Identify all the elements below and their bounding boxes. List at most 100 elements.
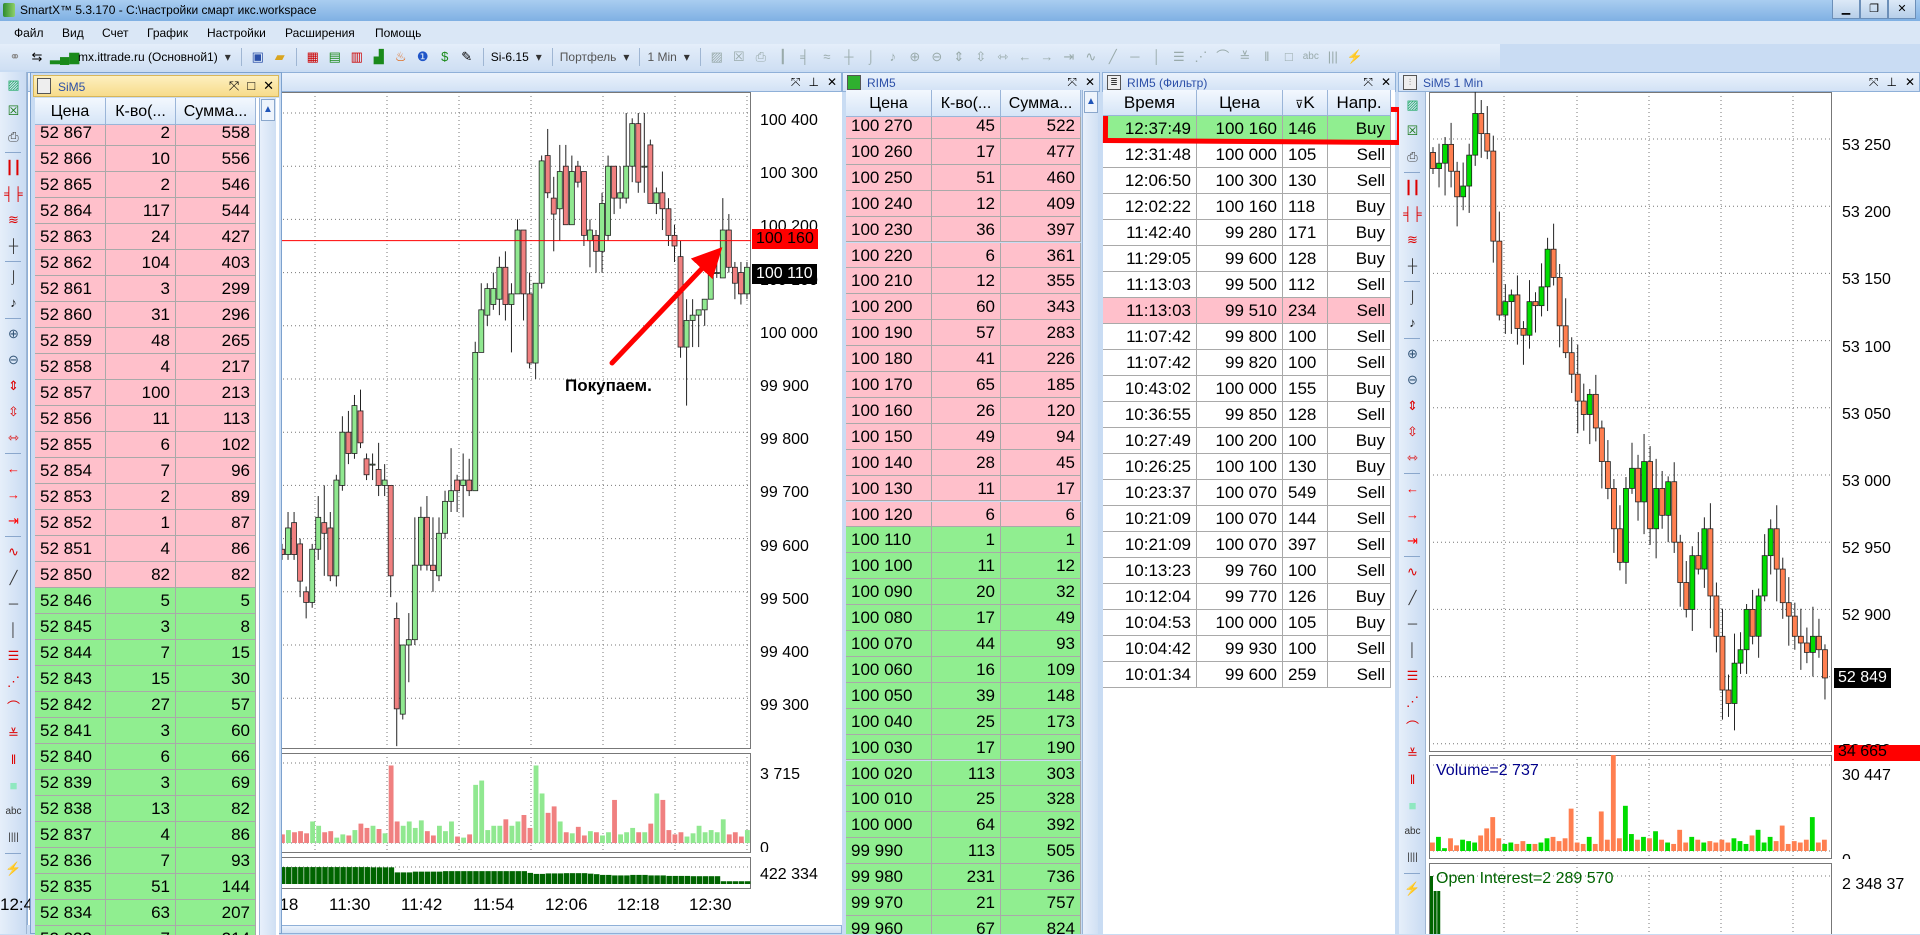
price-cell[interactable]: 99 600 (1197, 662, 1283, 688)
time-cell[interactable]: 10:23:37 (1103, 480, 1197, 506)
direction-cell[interactable]: Sell (1328, 272, 1391, 298)
price-cell[interactable]: 100 000 (1197, 610, 1283, 636)
quantity-cell[interactable]: 155 (1283, 376, 1328, 402)
price-cell[interactable]: 52 852 (35, 510, 106, 536)
menu-settings[interactable]: Настройки (207, 26, 266, 40)
direction-cell[interactable]: Buy (1328, 428, 1391, 454)
step-icon[interactable]: ⌡ (862, 48, 880, 66)
sum-cell[interactable]: 213 (176, 380, 256, 406)
direction-cell[interactable]: Sell (1328, 324, 1391, 350)
price-cell[interactable]: 52 856 (35, 406, 106, 432)
column-header[interactable]: Напр. (1328, 90, 1391, 116)
price-cell[interactable]: 52 861 (35, 276, 106, 302)
quantity-cell[interactable]: 16 (932, 656, 1001, 683)
timeframe-select[interactable]: 1 Min (647, 50, 676, 64)
quantity-cell[interactable]: 25 (932, 786, 1001, 813)
scroll-up-button[interactable]: ▲ (261, 99, 275, 121)
arrow-right-icon[interactable]: → (0, 482, 27, 508)
sum-cell[interactable]: 86 (176, 536, 256, 562)
quantity-cell[interactable]: 65 (932, 372, 1001, 398)
price-cell[interactable]: 52 850 (35, 562, 106, 588)
print-icon[interactable]: ⎙ (1399, 144, 1426, 170)
quantity-cell[interactable]: 36 (932, 216, 1001, 243)
crosshair-icon[interactable]: ┼ (840, 48, 858, 66)
column-header[interactable]: ⊽K (1283, 90, 1328, 116)
sum-cell[interactable]: 217 (176, 354, 256, 380)
fib-channel-icon[interactable]: ≚ (1236, 48, 1254, 66)
time-cell[interactable]: 10:43:02 (1103, 376, 1197, 402)
quantity-cell[interactable]: 82 (106, 562, 176, 588)
quantity-cell[interactable]: 397 (1283, 532, 1328, 558)
delete-drawings-icon[interactable]: ⚡ (1346, 48, 1364, 66)
price-cell[interactable]: 100 190 (846, 320, 932, 347)
print-icon[interactable]: ⎙ (752, 48, 770, 66)
price-cell[interactable]: 52 839 (35, 770, 106, 796)
price-cell[interactable]: 52 864 (35, 198, 106, 224)
price-cell[interactable]: 100 090 (846, 579, 932, 606)
quantity-cell[interactable]: 171 (1283, 220, 1328, 246)
sum-cell[interactable]: 403 (176, 250, 256, 276)
fit-icon[interactable]: ⇿ (994, 48, 1012, 66)
compress-icon[interactable]: ⇳ (972, 48, 990, 66)
price-cell[interactable]: 100 200 (846, 294, 932, 321)
sum-cell[interactable]: 109 (1001, 656, 1081, 683)
fib-time-icon[interactable]: ‖ (0, 747, 27, 773)
quantity-cell[interactable]: 67 (932, 915, 1001, 934)
quotes-table-icon[interactable]: ▦ (304, 48, 322, 66)
menu-help[interactable]: Помощь (375, 26, 421, 40)
excel-icon[interactable]: ☒ (1399, 118, 1426, 144)
sum-cell[interactable]: 190 (1001, 734, 1081, 761)
sum-cell[interactable]: 299 (176, 276, 256, 302)
price-cell[interactable]: 100 240 (846, 190, 932, 217)
menu-extensions[interactable]: Расширения (285, 26, 355, 40)
float-icon[interactable]: ⤧ (1363, 75, 1373, 90)
quantity-cell[interactable]: 44 (932, 631, 1001, 657)
quantity-cell[interactable]: 4 (106, 354, 176, 380)
direction-cell[interactable]: Sell (1328, 168, 1391, 194)
compress-icon[interactable]: ⇳ (0, 399, 27, 425)
time-cell[interactable]: 10:36:55 (1103, 402, 1197, 428)
price-cell[interactable]: 100 000 (846, 812, 932, 839)
price-cell[interactable]: 52 842 (35, 692, 106, 718)
fib-channel-icon[interactable]: ≚ (0, 721, 27, 747)
minimize-button[interactable]: ▁ (1832, 0, 1860, 19)
fib-levels-icon[interactable]: ☰ (1399, 663, 1426, 689)
menu-view[interactable]: Вид (62, 26, 84, 40)
quantity-cell[interactable]: 2 (106, 484, 176, 510)
expand-icon[interactable]: ⇕ (950, 48, 968, 66)
sum-cell[interactable]: 113 (176, 406, 256, 432)
price-cell[interactable]: 52 843 (35, 666, 106, 692)
info-icon[interactable]: ❶ (414, 48, 432, 66)
direction-cell[interactable]: Sell (1328, 532, 1391, 558)
time-cell[interactable]: 10:21:09 (1103, 506, 1197, 532)
arrow-right-icon[interactable]: → (1399, 502, 1426, 528)
quantity-cell[interactable]: 21 (932, 890, 1001, 916)
float-icon[interactable]: ⤧ (229, 78, 239, 94)
price-cell[interactable]: 52 836 (35, 848, 106, 874)
column-header[interactable]: Цена (846, 90, 932, 117)
price-cell[interactable]: 52 858 (35, 354, 106, 380)
price-cell[interactable]: 100 070 (1197, 506, 1283, 532)
column-header[interactable]: К-во(... (932, 90, 1001, 117)
fib-arcs-icon[interactable]: ⌒ (0, 695, 27, 721)
bars-icon[interactable]: ╡╞ (0, 181, 27, 207)
menu-file[interactable]: Файл (14, 26, 44, 40)
chart-settings-icon[interactable]: ▨ (1399, 92, 1426, 118)
open-folder-icon[interactable]: ▰ (271, 48, 289, 66)
arrow-left-icon[interactable]: ← (1016, 48, 1034, 66)
quantity-cell[interactable]: 6 (932, 501, 1001, 528)
quantity-cell[interactable]: 11 (106, 406, 176, 432)
pin-icon[interactable]: ⊥ (1886, 75, 1896, 90)
sum-cell[interactable]: 49 (1001, 605, 1081, 631)
rectangle-icon[interactable]: ■ (0, 773, 27, 799)
trendline-icon[interactable]: ╱ (1399, 585, 1426, 611)
price-cell[interactable]: 99 820 (1197, 350, 1283, 376)
rim5-price-chart[interactable] (279, 92, 751, 749)
compress-icon[interactable]: ⇳ (1399, 419, 1426, 445)
sum-cell[interactable]: 60 (176, 718, 256, 744)
quantity-cell[interactable]: 113 (932, 760, 1001, 787)
rectangle-icon[interactable]: ■ (1399, 793, 1426, 819)
bars-icon[interactable]: ╡ (796, 48, 814, 66)
hline-icon[interactable]: ─ (1126, 48, 1144, 66)
price-cell[interactable]: 52 863 (35, 224, 106, 250)
